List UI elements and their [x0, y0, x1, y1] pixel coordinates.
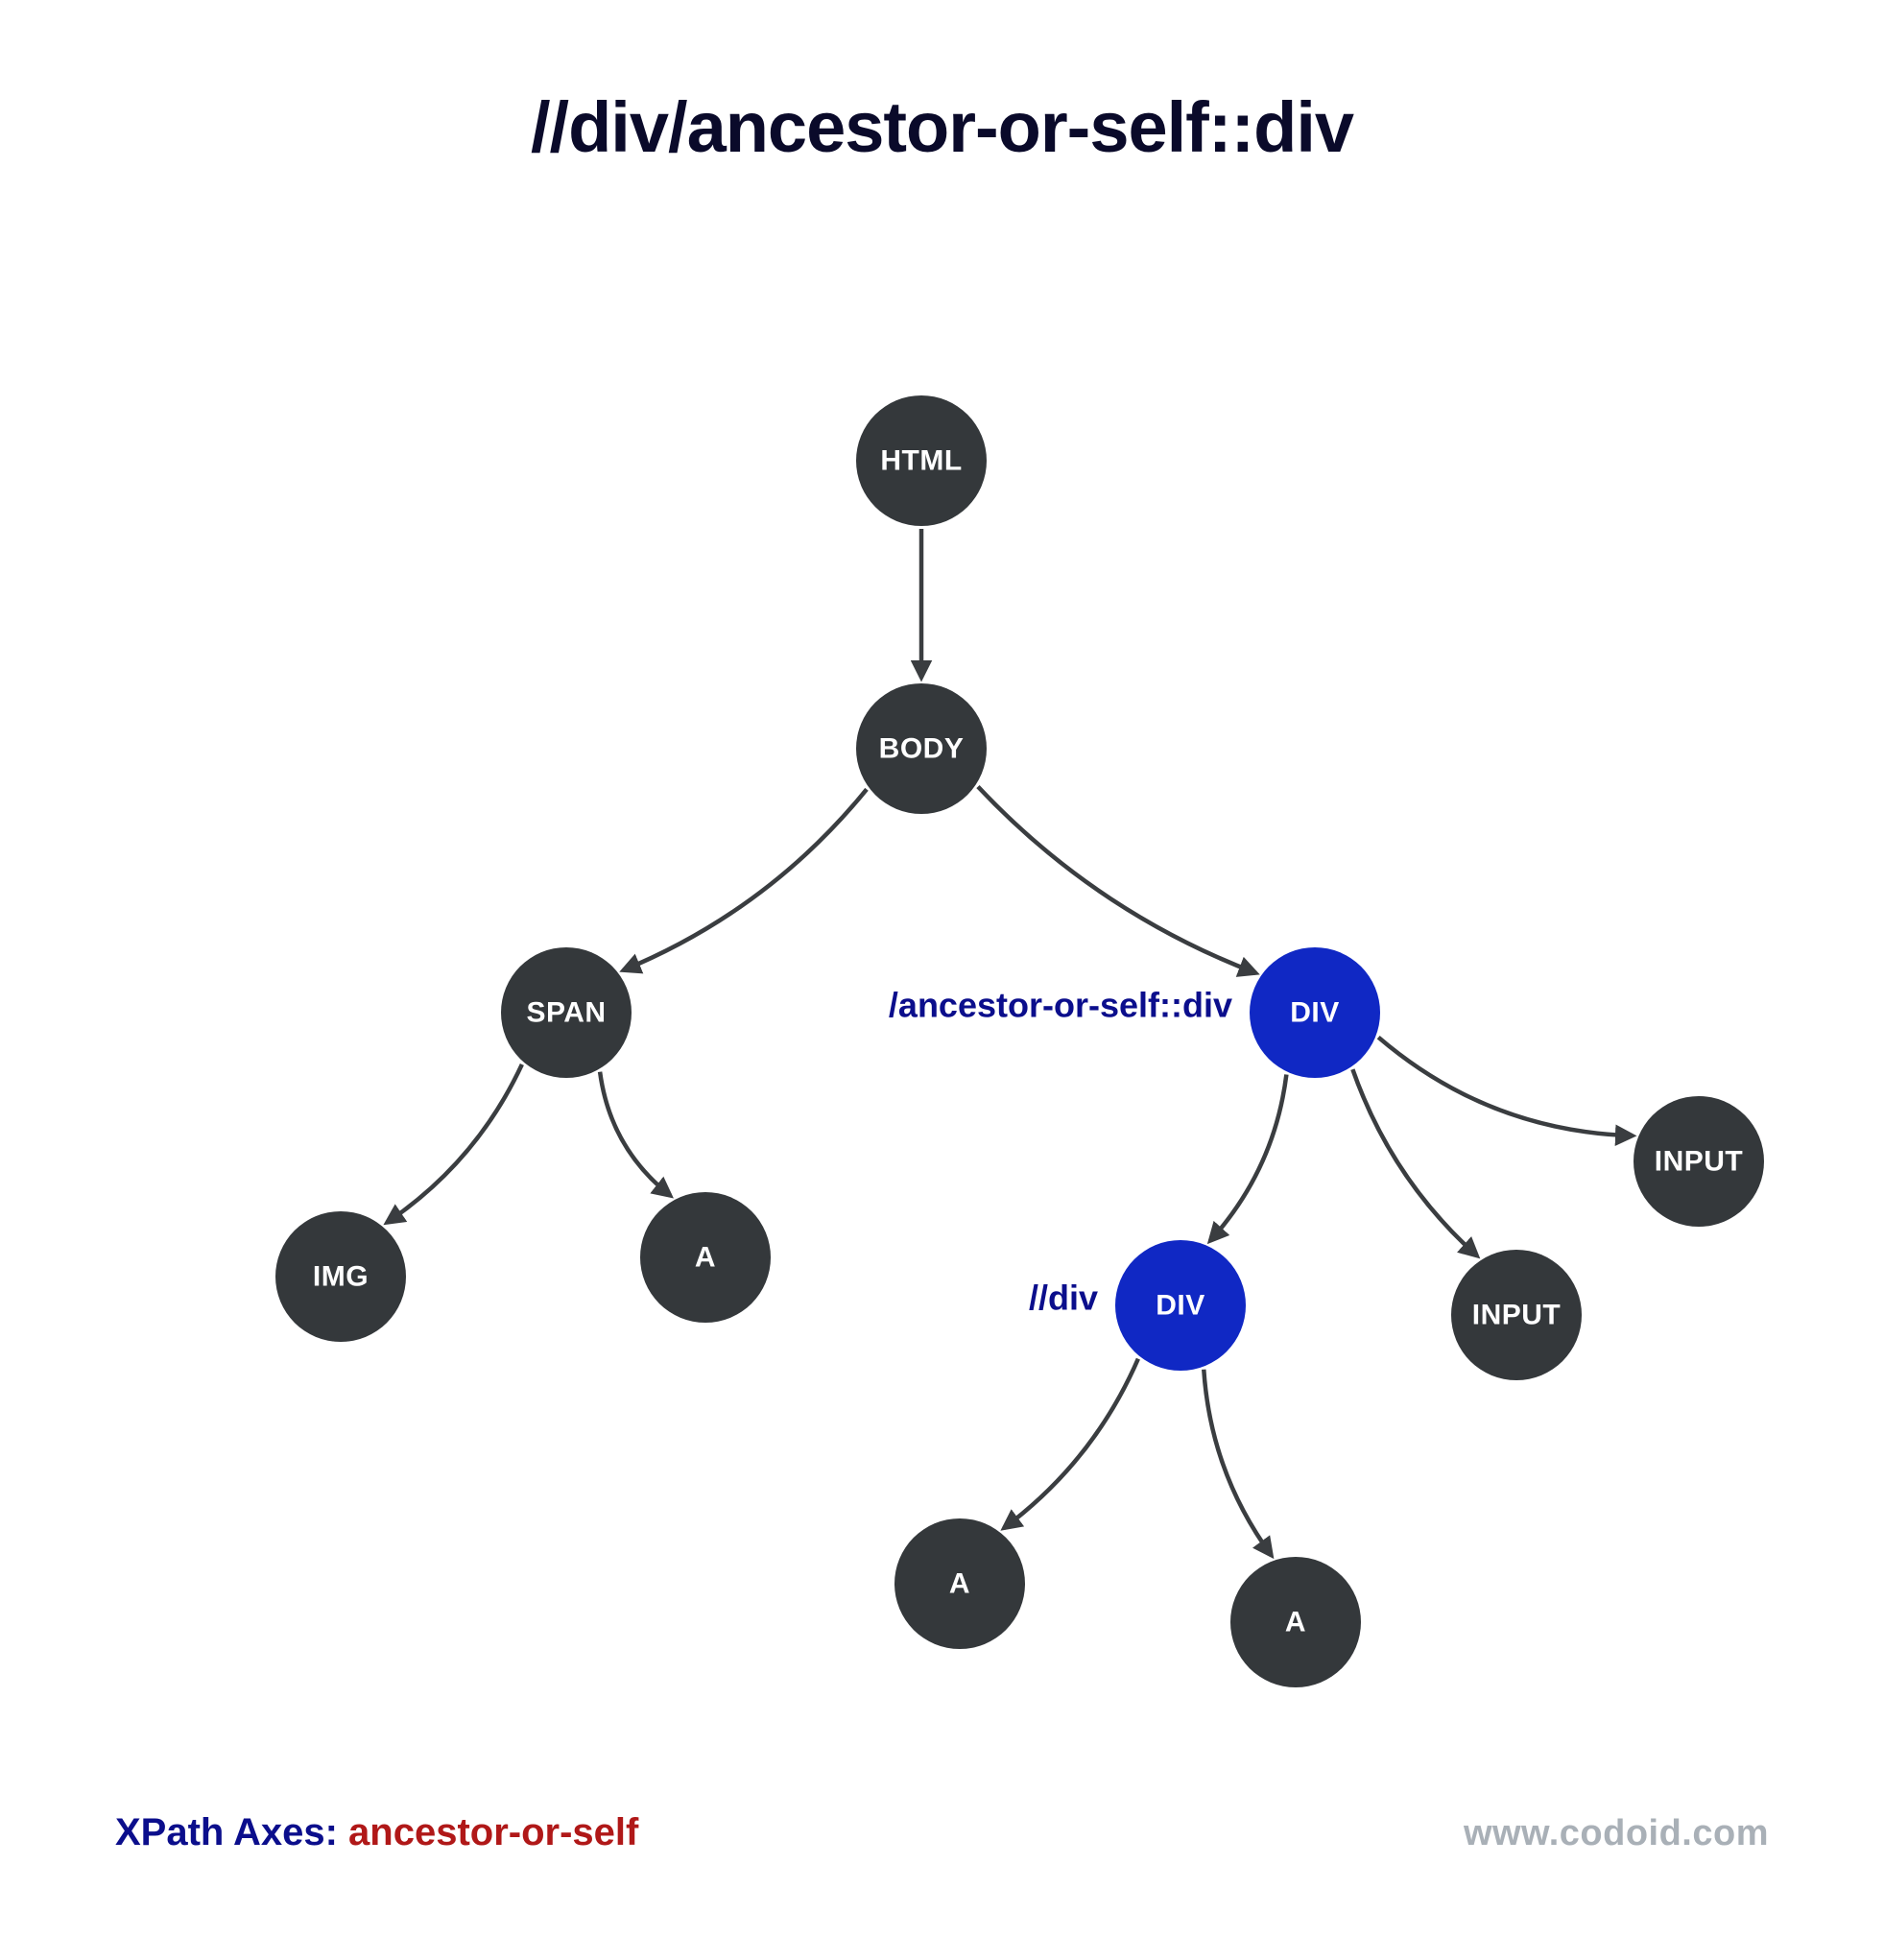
node-a2: A — [894, 1518, 1025, 1649]
footer-caption: XPath Axes: ancestor-or-self — [115, 1811, 638, 1854]
node-span: SPAN — [501, 947, 632, 1078]
edge-div1-input1 — [1378, 1038, 1633, 1136]
annotation-div2: //div — [1029, 1279, 1098, 1318]
edge-span-a1 — [600, 1072, 670, 1196]
node-html: HTML — [856, 395, 987, 526]
edge-div1-div2 — [1210, 1075, 1287, 1241]
edge-div1-input2 — [1352, 1069, 1477, 1255]
edge-body-span — [623, 789, 867, 970]
node-a3: A — [1230, 1557, 1361, 1687]
edge-div2-a3 — [1204, 1370, 1271, 1556]
node-body: BODY — [856, 683, 987, 814]
edge-div2-a2 — [1004, 1359, 1138, 1528]
svg-text:SPAN: SPAN — [526, 997, 606, 1029]
edge-body-div1 — [978, 787, 1256, 973]
svg-text:BODY: BODY — [879, 733, 965, 765]
node-img: IMG — [275, 1211, 406, 1342]
node-div2: DIV — [1115, 1240, 1246, 1371]
node-div1: DIV — [1250, 947, 1380, 1078]
edge-span-img — [387, 1064, 522, 1223]
svg-text:INPUT: INPUT — [1472, 1300, 1562, 1331]
node-input2: INPUT — [1451, 1250, 1582, 1380]
footer-value: ancestor-or-self — [348, 1811, 638, 1853]
svg-text:DIV: DIV — [1156, 1290, 1205, 1322]
diagram-canvas: HTMLBODYSPANDIV/ancestor-or-self::divIMG… — [0, 0, 1884, 1960]
footer-site: www.codoid.com — [1464, 1813, 1769, 1854]
node-input1: INPUT — [1634, 1096, 1764, 1227]
annotation-div1: /ancestor-or-self::div — [889, 986, 1232, 1025]
footer-label: XPath Axes: — [115, 1811, 348, 1853]
svg-text:IMG: IMG — [313, 1261, 369, 1293]
svg-text:A: A — [1285, 1607, 1306, 1638]
svg-text:A: A — [695, 1242, 716, 1274]
node-a1: A — [640, 1192, 771, 1323]
svg-text:DIV: DIV — [1290, 997, 1340, 1029]
svg-text:HTML: HTML — [880, 445, 962, 477]
svg-text:INPUT: INPUT — [1655, 1146, 1744, 1178]
svg-text:A: A — [949, 1568, 970, 1600]
